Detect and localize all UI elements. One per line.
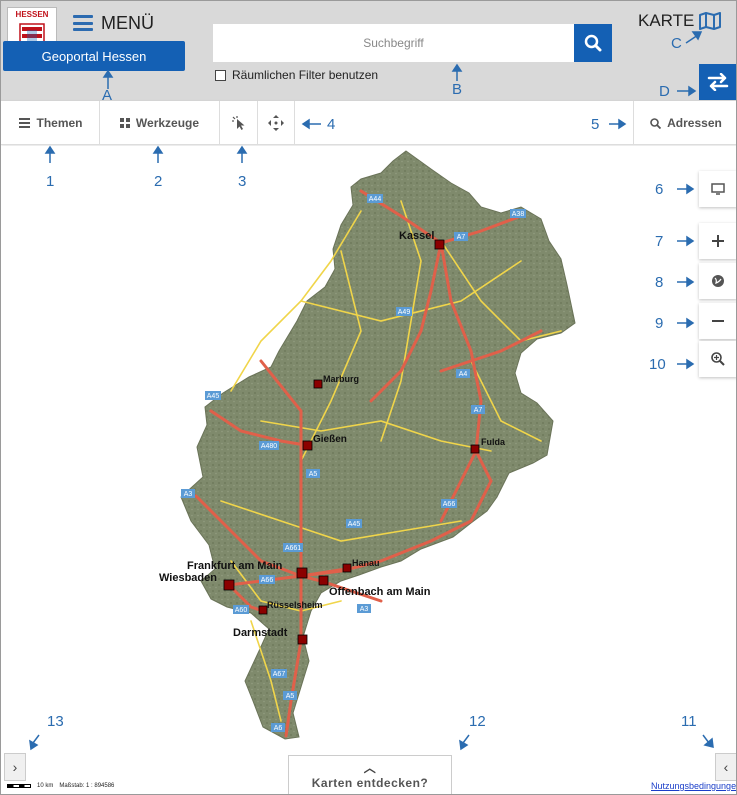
annotation-9: 9 (655, 315, 664, 332)
scroll-left-button[interactable]: › (4, 753, 26, 781)
annotation-6: 6 (655, 181, 664, 198)
annotation-5: 5 (591, 116, 600, 133)
karten-entdecken-label: Karten entdecken? (311, 776, 429, 790)
annotation-d: D (659, 83, 670, 100)
chevron-right-icon: › (12, 759, 18, 775)
chevron-left-icon: ‹ (723, 759, 729, 775)
chevron-up-icon: ︿ (363, 761, 377, 775)
geoportal-page: HESSEN MENÜ Geoportal Hessen Rä (0, 0, 737, 795)
annotation-13: 13 (47, 713, 64, 730)
scroll-right-button[interactable]: ‹ (715, 753, 736, 781)
annotation-3: 3 (238, 173, 247, 190)
annotation-7: 7 (655, 233, 664, 250)
annotation-a: A (102, 87, 113, 104)
scale-distance: 10 km (37, 783, 54, 789)
terms-link[interactable]: Nutzungsbedingungen (651, 781, 736, 791)
annotation-4: 4 (327, 116, 336, 133)
annotation-c: C (671, 35, 682, 52)
scale-ratio: Maßstab: 1 : 894586 (59, 783, 115, 789)
annotation-11: 11 (681, 713, 697, 730)
annotation-10: 10 (649, 356, 666, 373)
annotation-12: 12 (469, 713, 486, 730)
karten-entdecken-button[interactable]: ︿ Karten entdecken? (288, 755, 452, 794)
scale-bar-graphic (7, 784, 31, 788)
annotation-b: B (452, 81, 463, 98)
annotation-1: 1 (46, 173, 55, 190)
annotation-2: 2 (154, 173, 163, 190)
annotation-arrows (29, 31, 714, 751)
annotation-8: 8 (655, 274, 664, 291)
scale-bar: 10 km Maßstab: 1 : 894586 (7, 783, 114, 789)
